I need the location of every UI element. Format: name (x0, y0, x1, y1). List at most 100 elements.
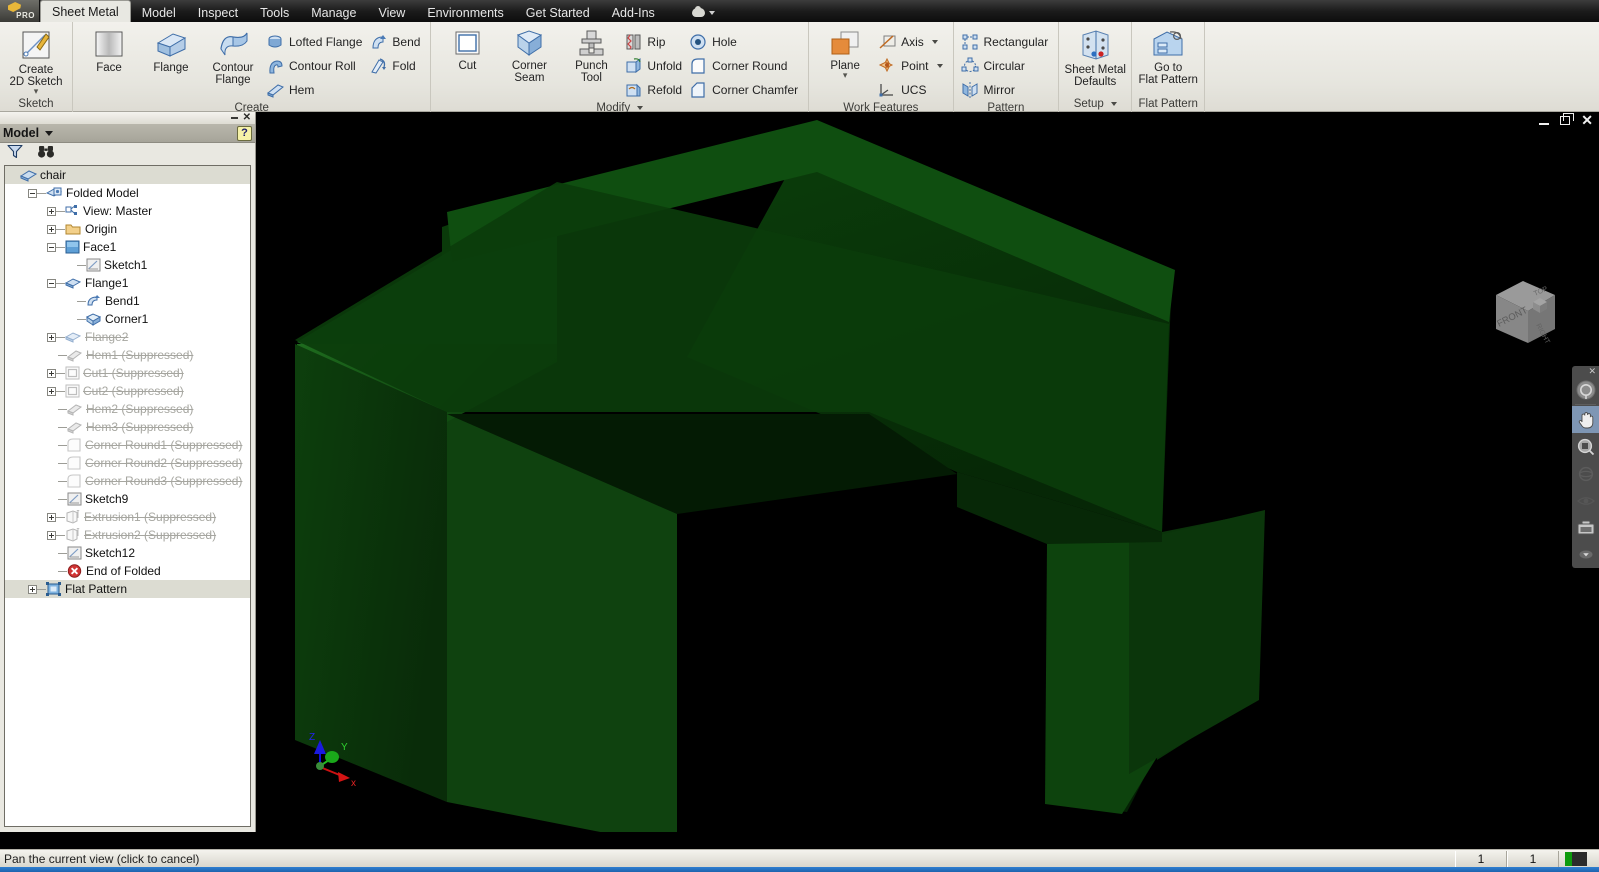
model-geometry[interactable] (257, 112, 1599, 832)
help-button[interactable]: ? (237, 125, 252, 141)
ribbon-tab-sheet-metal[interactable]: Sheet Metal (40, 0, 131, 22)
ribbon-tab-inspect[interactable]: Inspect (187, 3, 249, 22)
button-axis[interactable]: Axis (876, 30, 947, 54)
ribbon-tab-manage[interactable]: Manage (300, 3, 367, 22)
chevron-down-icon[interactable] (637, 106, 644, 110)
tree-node-corner-round3-suppressed[interactable]: Corner Round3 (Suppressed) (5, 472, 250, 490)
tree-node-extrusion2-suppressed[interactable]: Extrusion2 (Suppressed) (5, 526, 250, 544)
button-face[interactable]: Face (78, 25, 140, 74)
zoom-icon[interactable] (1572, 433, 1599, 460)
button-hem[interactable]: Hem (264, 78, 367, 102)
button-cut[interactable]: Cut (436, 25, 498, 72)
button-lofted-flange[interactable]: Lofted Flange (264, 30, 367, 54)
orbit-icon[interactable] (1572, 460, 1599, 487)
button-fold[interactable]: Fold (367, 54, 425, 78)
tree-node-corner-round1-suppressed[interactable]: Corner Round1 (Suppressed) (5, 436, 250, 454)
nav-bar-expand-icon[interactable] (1579, 546, 1593, 564)
button-plane[interactable]: Plane ▾ (814, 25, 876, 80)
tree-node-corner1[interactable]: Corner1 (5, 310, 250, 328)
tree-node-sketch9[interactable]: Sketch9 (5, 490, 250, 508)
button-point[interactable]: Point (876, 54, 947, 78)
button-unfold[interactable]: Unfold (622, 54, 687, 78)
button-sheet-metal-defaults[interactable]: Sheet Metal Defaults (1064, 25, 1126, 88)
button-rectangular[interactable]: Rectangular (959, 30, 1054, 54)
tree-node-origin[interactable]: Origin (5, 220, 250, 238)
tree-node-face1[interactable]: Face1 (5, 238, 250, 256)
find-icon[interactable] (37, 145, 55, 164)
button-corner-chamfer[interactable]: Corner Chamfer (687, 78, 803, 102)
browser-close-icon[interactable]: ✕ (243, 113, 251, 123)
expand-icon[interactable] (47, 512, 56, 522)
steering-wheel-icon[interactable] (1572, 376, 1599, 403)
ribbon-tab-get-started[interactable]: Get Started (515, 3, 601, 22)
expand-icon[interactable] (47, 386, 56, 396)
pan-icon[interactable] (1572, 406, 1599, 433)
tree-node-hem2-suppressed[interactable]: Hem2 (Suppressed) (5, 400, 250, 418)
button-go-to-flat-pattern[interactable]: Go to Flat Pattern (1137, 25, 1199, 86)
expand-icon[interactable] (47, 368, 56, 378)
graphics-viewport[interactable]: ✕ TOP FRONT RIGHT Z Y x ✕ (257, 112, 1599, 832)
expand-icon[interactable] (47, 206, 56, 216)
chevron-down-icon[interactable] (931, 40, 938, 44)
close-icon[interactable]: ✕ (1581, 113, 1593, 127)
tree-node-extrusion1-suppressed[interactable]: Extrusion1 (Suppressed) (5, 508, 250, 526)
browser-minimize-icon[interactable] (230, 117, 238, 119)
look-at-icon[interactable] (1572, 487, 1599, 514)
expand-icon[interactable] (47, 332, 56, 342)
cloud-options-button[interactable] (691, 3, 715, 22)
minimize-icon[interactable] (1539, 123, 1550, 125)
view-cube[interactable]: TOP FRONT RIGHT (1483, 275, 1561, 351)
collapse-icon[interactable] (47, 242, 56, 252)
tree-node-sketch12[interactable]: Sketch12 (5, 544, 250, 562)
button-corner-round[interactable]: Corner Round (687, 54, 803, 78)
button-flange[interactable]: Flange (140, 25, 202, 74)
tree-node-flange1[interactable]: Flange1 (5, 274, 250, 292)
chevron-down-icon[interactable] (936, 64, 943, 68)
tree-node-end-of-folded[interactable]: End of Folded (5, 562, 250, 580)
button-circular[interactable]: Circular (959, 54, 1054, 78)
status-color-swatch[interactable] (1565, 851, 1587, 866)
tree-node-sketch1[interactable]: Sketch1 (5, 256, 250, 274)
chevron-down-icon[interactable]: ▾ (843, 71, 848, 80)
nav-bar-close-icon[interactable]: ✕ (1588, 366, 1599, 376)
button-contour-flange[interactable]: Contour Flange (202, 25, 264, 86)
expand-icon[interactable] (28, 584, 37, 594)
ribbon-tab-view[interactable]: View (367, 3, 416, 22)
application-button[interactable]: PRO (0, 0, 40, 22)
tree-node-view-master[interactable]: View: Master (5, 202, 250, 220)
button-bend[interactable]: Bend (367, 30, 425, 54)
filter-icon[interactable] (7, 144, 23, 164)
tree-node-hem1-suppressed[interactable]: Hem1 (Suppressed) (5, 346, 250, 364)
restore-icon[interactable] (1560, 113, 1575, 125)
tree-node-flange2[interactable]: Flange2 (5, 328, 250, 346)
button-create-2d-sketch[interactable]: Create 2D Sketch ▾ (5, 25, 67, 96)
button-refold[interactable]: Refold (622, 78, 687, 102)
tree-node-hem3-suppressed[interactable]: Hem3 (Suppressed) (5, 418, 250, 436)
button-mirror[interactable]: Mirror (959, 78, 1054, 102)
ribbon-tab-environments[interactable]: Environments (416, 3, 514, 22)
tree-node-flat-pattern[interactable]: Flat Pattern (5, 580, 250, 598)
ribbon-tab-model[interactable]: Model (131, 3, 187, 22)
button-rip[interactable]: Rip (622, 30, 687, 54)
button-hole[interactable]: Hole (687, 30, 803, 54)
button-punch-tool[interactable]: Punch Tool (560, 25, 622, 84)
tree-node-chair[interactable]: chair (5, 166, 250, 184)
expand-icon[interactable] (47, 530, 56, 540)
ribbon-tab-add-ins[interactable]: Add-Ins (601, 3, 666, 22)
expand-icon[interactable] (47, 224, 56, 234)
chevron-down-icon[interactable]: ▾ (34, 87, 39, 96)
collapse-icon[interactable] (47, 278, 56, 288)
button-ucs[interactable]: UCS (876, 78, 947, 102)
collapse-icon[interactable] (28, 188, 37, 198)
chevron-down-icon[interactable] (1110, 102, 1117, 106)
tree-node-bend1[interactable]: Bend1 (5, 292, 250, 310)
saved-views-icon[interactable] (1572, 514, 1599, 541)
tree-node-cut1-suppressed[interactable]: Cut1 (Suppressed) (5, 364, 250, 382)
model-tree[interactable]: chair Folded Model View: Master Origin Face1… (4, 165, 251, 827)
chevron-down-icon[interactable] (45, 130, 54, 136)
tree-node-corner-round2-suppressed[interactable]: Corner Round2 (Suppressed) (5, 454, 250, 472)
button-contour-roll[interactable]: Contour Roll (264, 54, 367, 78)
ribbon-tab-tools[interactable]: Tools (249, 3, 300, 22)
button-corner-seam[interactable]: Corner Seam (498, 25, 560, 84)
tree-node-folded-model[interactable]: Folded Model (5, 184, 250, 202)
